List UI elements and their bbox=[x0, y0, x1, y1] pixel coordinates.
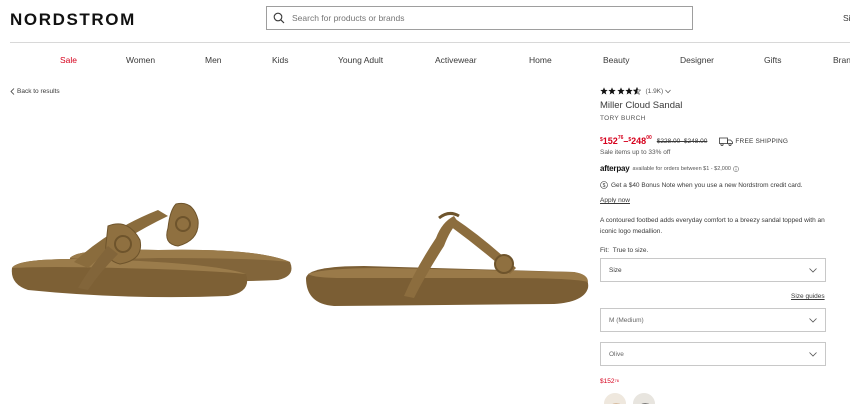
free-shipping-badge: FREE SHIPPING bbox=[719, 137, 788, 146]
chevron-down-icon bbox=[665, 89, 671, 93]
color-swatch[interactable] bbox=[633, 393, 655, 404]
review-count: (1.9K) bbox=[645, 87, 664, 95]
chevron-left-icon bbox=[10, 88, 15, 95]
size-select[interactable]: Size bbox=[600, 258, 826, 282]
nav-item-sale[interactable]: Sale bbox=[60, 55, 77, 65]
chevron-down-icon bbox=[809, 351, 817, 357]
product-title: Miller Cloud Sandal bbox=[600, 100, 683, 111]
dollar-circle-icon: $ bbox=[600, 181, 608, 189]
back-to-results-link[interactable]: Back to results bbox=[10, 88, 60, 95]
color-swatches bbox=[604, 393, 662, 404]
search-input[interactable] bbox=[292, 13, 672, 23]
chevron-down-icon bbox=[809, 267, 817, 273]
nav-item-men[interactable]: Men bbox=[205, 55, 222, 65]
afterpay-text: available for orders between $1 - $2,000 bbox=[632, 165, 731, 172]
sale-price-range: $152 76– $248 00 bbox=[600, 135, 652, 146]
product-image-side[interactable] bbox=[304, 208, 592, 308]
apply-now-link[interactable]: Apply now bbox=[600, 197, 630, 204]
product-image-angle[interactable] bbox=[8, 200, 298, 300]
search-bar[interactable] bbox=[266, 6, 693, 30]
star-rating bbox=[600, 87, 642, 95]
sign-in-link[interactable]: Si bbox=[843, 13, 850, 23]
original-price: $228.00–$248.00 bbox=[656, 137, 708, 145]
color-swatch[interactable] bbox=[604, 393, 626, 404]
star-half-icon bbox=[633, 87, 642, 95]
afterpay-logo: afterpay bbox=[600, 164, 630, 173]
bonus-note: $ Get a $40 Bonus Note when you use a ne… bbox=[600, 181, 826, 189]
nav-item-gifts[interactable]: Gifts bbox=[764, 55, 781, 65]
fit-info: Fit: True to size. bbox=[600, 247, 826, 254]
product-description: A contoured footbed adds everyday comfor… bbox=[600, 217, 825, 235]
star-icon bbox=[600, 87, 608, 95]
rating-row[interactable]: (1.9K) bbox=[600, 86, 826, 96]
size-guides-link[interactable]: Size guides bbox=[791, 293, 825, 300]
nav-item-designer[interactable]: Designer bbox=[680, 55, 714, 65]
price-row: $152 76– $248 00 $228.00–$248.00 FREE SHIPP… bbox=[600, 135, 826, 147]
nav-item-home[interactable]: Home bbox=[529, 55, 552, 65]
product-brand[interactable]: TORY BURCH bbox=[600, 115, 826, 122]
chevron-down-icon bbox=[809, 317, 817, 323]
fit-value: True to size. bbox=[612, 247, 649, 254]
star-icon bbox=[608, 87, 616, 95]
swatch-price: $152 76 bbox=[600, 378, 619, 385]
fit-label: Fit: bbox=[600, 247, 610, 254]
nav-item-activewear[interactable]: Activewear bbox=[435, 55, 477, 65]
product-details: (1.9K) Miller Cloud Sandal TORY BURCH $1… bbox=[600, 86, 826, 254]
nordstrom-logo[interactable]: NORDSTROM bbox=[10, 10, 136, 30]
star-icon bbox=[616, 87, 625, 95]
nav-item-women[interactable]: Women bbox=[126, 55, 155, 65]
width-select[interactable]: M (Medium) bbox=[600, 308, 826, 332]
header-divider bbox=[10, 42, 850, 43]
star-icon bbox=[625, 87, 633, 95]
nav-item-beauty[interactable]: Beauty bbox=[603, 55, 629, 65]
info-icon[interactable] bbox=[733, 165, 739, 172]
truck-icon bbox=[719, 137, 734, 146]
main-nav: Sale Women Men Kids Young Adult Activewe… bbox=[0, 55, 850, 67]
nav-item-young-adult[interactable]: Young Adult bbox=[338, 55, 383, 65]
search-icon bbox=[273, 12, 285, 24]
color-select[interactable]: Olive bbox=[600, 342, 826, 366]
nav-item-brands[interactable]: Bran bbox=[833, 55, 850, 65]
afterpay-info: afterpay available for orders between $1… bbox=[600, 164, 826, 173]
nav-item-kids[interactable]: Kids bbox=[272, 55, 289, 65]
sale-note: Sale items up to 33% off bbox=[600, 149, 671, 156]
back-link-label: Back to results bbox=[17, 88, 60, 95]
svg-text:$: $ bbox=[603, 183, 606, 189]
